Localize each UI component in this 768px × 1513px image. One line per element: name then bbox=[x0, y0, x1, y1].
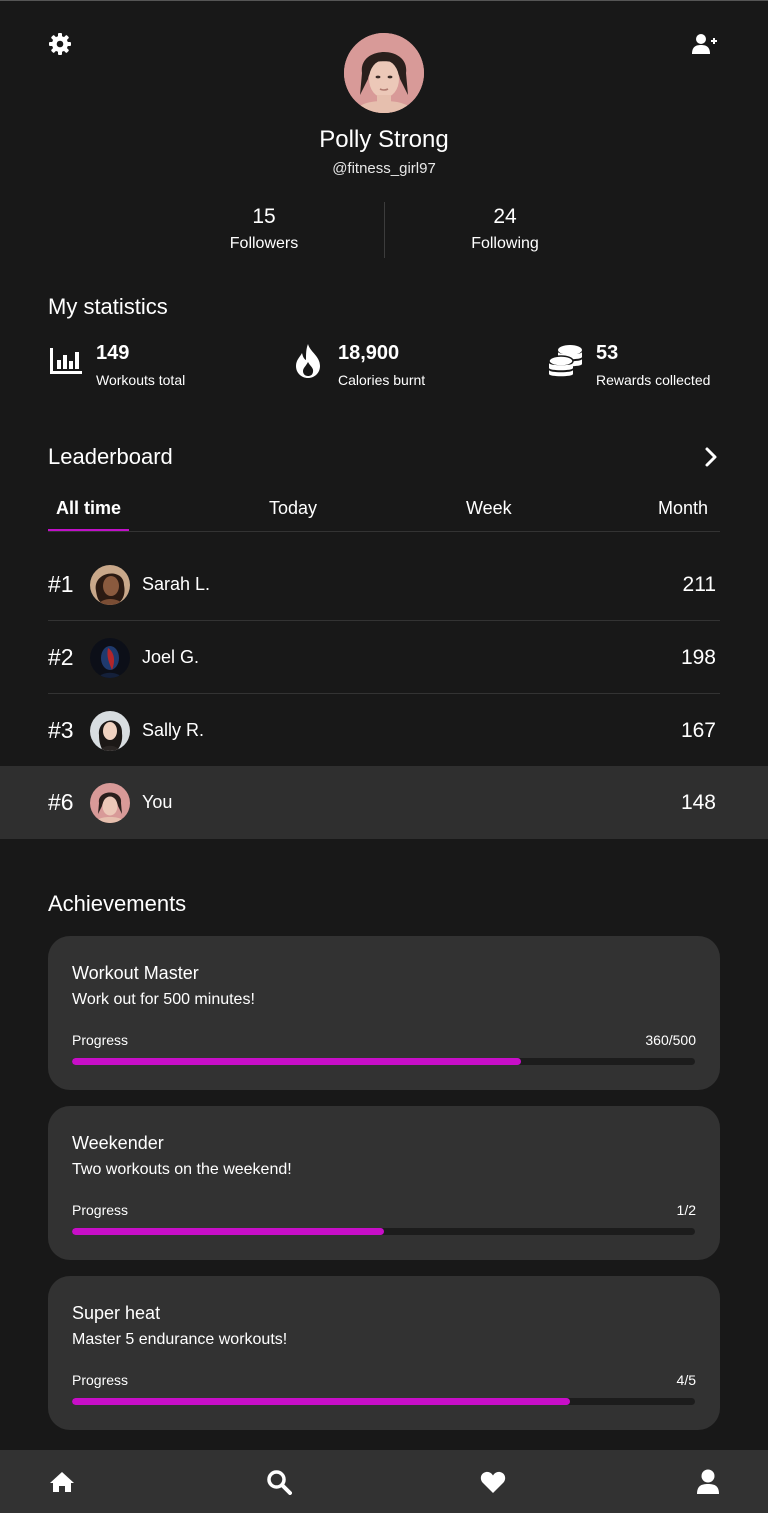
progress-value: 4/5 bbox=[676, 1372, 696, 1388]
avatar bbox=[90, 710, 130, 751]
achievement-description: Work out for 500 minutes! bbox=[72, 991, 255, 1008]
tab-month[interactable]: Month bbox=[650, 498, 716, 531]
achievement-description: Two workouts on the weekend! bbox=[72, 1161, 292, 1178]
following-count: 24 bbox=[493, 205, 517, 228]
following-stat[interactable]: 24 Following bbox=[385, 205, 625, 253]
progress-fill bbox=[72, 1228, 384, 1235]
rank: #2 bbox=[48, 644, 74, 670]
profile-name: Polly Strong bbox=[319, 126, 449, 153]
followers-label: Followers bbox=[229, 235, 299, 252]
progress-value: 1/2 bbox=[676, 1202, 696, 1218]
profile-avatar bbox=[344, 33, 424, 113]
player-score: 198 bbox=[680, 645, 716, 669]
profile-handle: @fitness_girl97 bbox=[332, 160, 436, 177]
heart-icon[interactable] bbox=[479, 1468, 507, 1496]
flame-icon bbox=[290, 342, 326, 380]
chevron-right-icon[interactable] bbox=[700, 446, 722, 468]
stat-workouts: 149 Workouts total bbox=[48, 342, 185, 388]
progress-fill bbox=[72, 1398, 571, 1405]
achievement-card[interactable]: Super heat Master 5 endurance workouts! … bbox=[48, 1276, 720, 1430]
achievement-title: Super heat bbox=[72, 1303, 161, 1323]
rank: #1 bbox=[48, 571, 74, 597]
player-name: Joel G. bbox=[142, 647, 200, 667]
player-name: You bbox=[142, 792, 173, 812]
achievement-description: Master 5 endurance workouts! bbox=[72, 1331, 288, 1348]
leaderboard-row[interactable]: #3 Sally R. 167 bbox=[48, 694, 720, 767]
user-icon[interactable] bbox=[694, 1468, 722, 1496]
achievement-title: Weekender bbox=[72, 1133, 164, 1153]
leaderboard-row[interactable]: #1 Sarah L. 211 bbox=[48, 548, 720, 621]
stat-label: Workouts total bbox=[96, 372, 186, 388]
progress-label: Progress bbox=[72, 1032, 129, 1048]
progress-label: Progress bbox=[72, 1372, 129, 1388]
gear-icon[interactable] bbox=[46, 30, 74, 58]
avatar bbox=[90, 637, 130, 678]
player-name: Sarah L. bbox=[142, 574, 211, 594]
stat-label: Calories burnt bbox=[338, 372, 426, 388]
following-label: Following bbox=[471, 235, 539, 252]
progress-fill bbox=[72, 1058, 521, 1065]
rank: #3 bbox=[48, 717, 74, 743]
bottom-nav bbox=[0, 1450, 768, 1513]
statistics-title: My statistics bbox=[48, 294, 168, 319]
tab-all-time[interactable]: All time bbox=[48, 498, 130, 531]
stat-calories: 18,900 Calories burnt bbox=[290, 342, 425, 388]
user-plus-icon[interactable] bbox=[691, 30, 719, 58]
tab-week[interactable]: Week bbox=[458, 498, 520, 531]
stat-label: Rewards collected bbox=[596, 372, 711, 388]
achievement-card[interactable]: Weekender Two workouts on the weekend! P… bbox=[48, 1106, 720, 1260]
stat-value: 53 bbox=[596, 342, 619, 364]
achievements-title: Achievements bbox=[48, 891, 187, 916]
leaderboard-row[interactable]: #2 Joel G. 198 bbox=[48, 621, 720, 694]
progress-bar bbox=[72, 1228, 695, 1235]
bar-chart-icon bbox=[48, 342, 84, 380]
tab-today[interactable]: Today bbox=[261, 498, 325, 531]
leaderboard-title: Leaderboard bbox=[48, 444, 173, 469]
stat-value: 18,900 bbox=[338, 342, 400, 364]
followers-count: 15 bbox=[252, 205, 276, 228]
player-score: 167 bbox=[680, 718, 716, 742]
achievement-card[interactable]: Workout Master Work out for 500 minutes!… bbox=[48, 936, 720, 1090]
player-name: Sally R. bbox=[142, 720, 205, 740]
leaderboard-row-you[interactable]: #6 You 148 bbox=[48, 766, 720, 839]
player-score: 211 bbox=[682, 572, 716, 596]
player-score: 148 bbox=[680, 790, 716, 814]
search-icon[interactable] bbox=[265, 1468, 293, 1496]
stat-rewards: 53 Rewards collected bbox=[548, 342, 710, 388]
stat-value: 149 bbox=[96, 342, 130, 364]
progress-label: Progress bbox=[72, 1202, 129, 1218]
achievement-title: Workout Master bbox=[72, 963, 199, 983]
followers-stat[interactable]: 15 Followers bbox=[144, 205, 384, 253]
progress-bar bbox=[72, 1058, 695, 1065]
avatar bbox=[90, 564, 130, 605]
rank: #6 bbox=[48, 789, 74, 815]
progress-value: 360/500 bbox=[645, 1032, 696, 1048]
home-icon[interactable] bbox=[48, 1468, 76, 1496]
leaderboard-tabs: All time Today Week Month bbox=[48, 496, 720, 532]
coins-icon bbox=[548, 342, 584, 380]
top-border bbox=[0, 0, 768, 1]
avatar bbox=[90, 782, 130, 823]
progress-bar bbox=[72, 1398, 695, 1405]
